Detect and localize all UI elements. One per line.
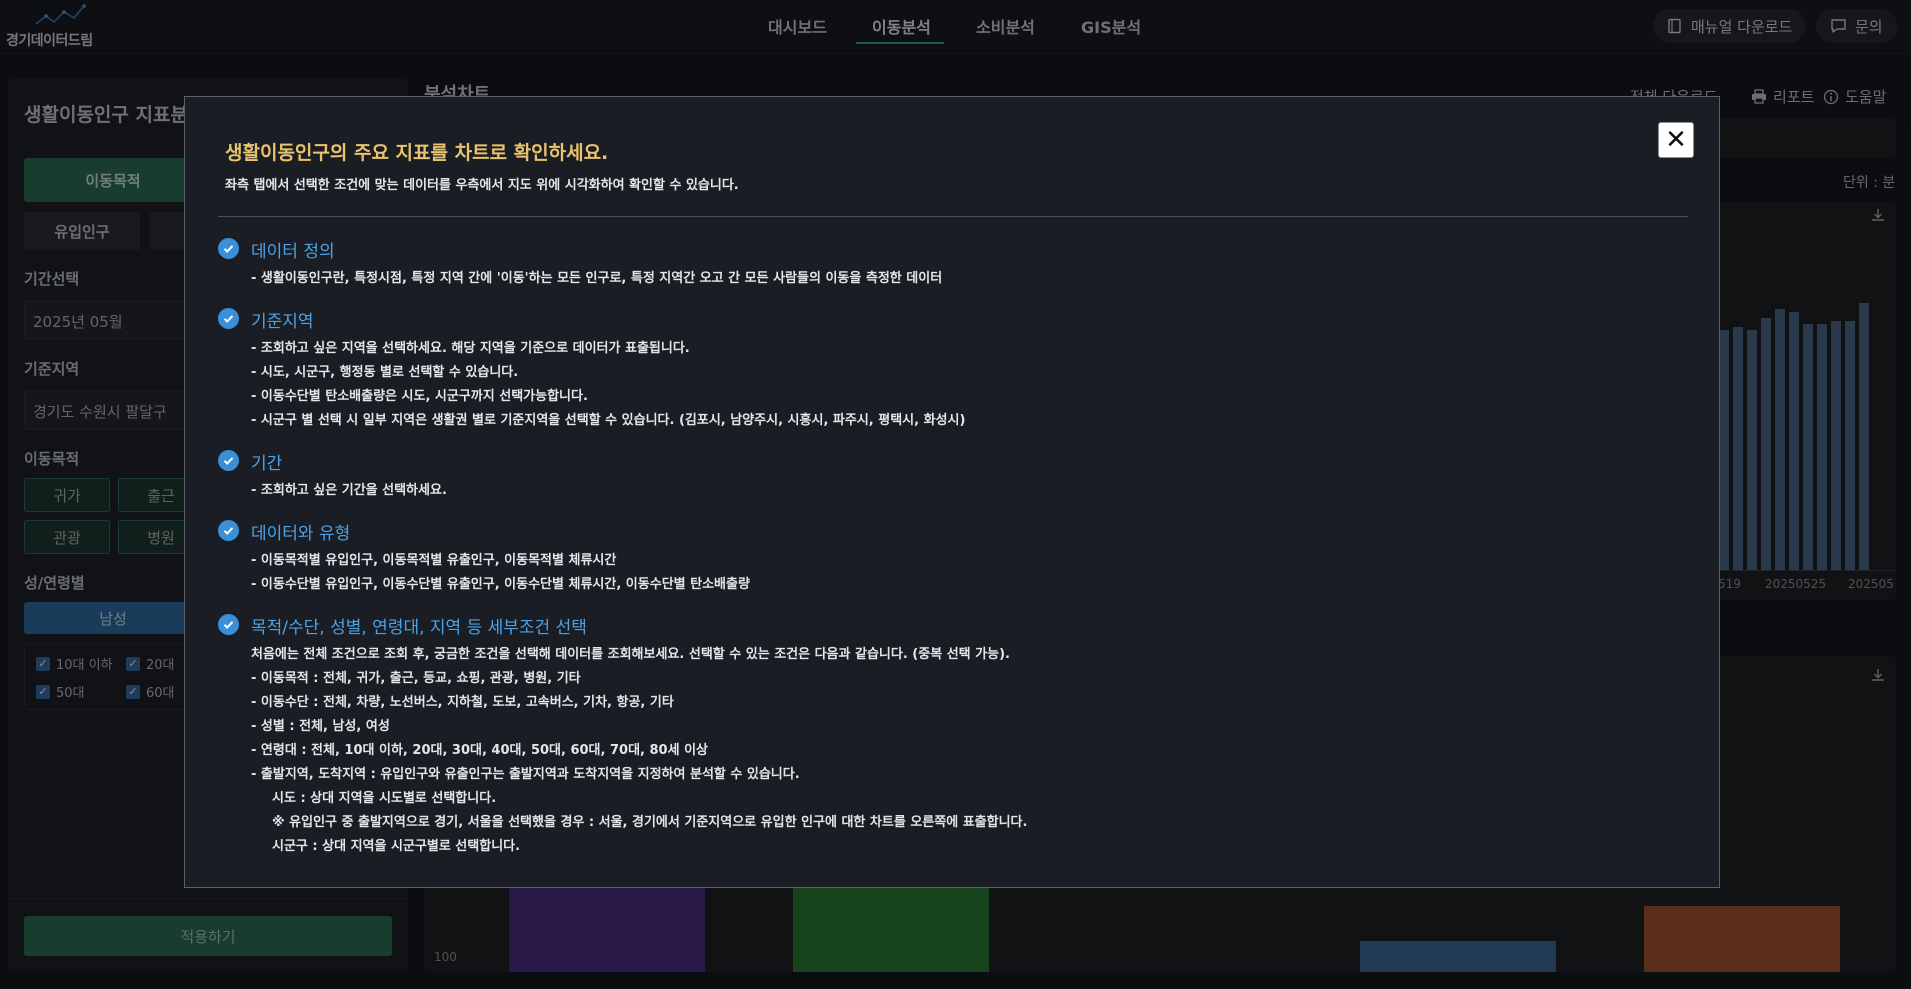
checkmark-circle-icon — [218, 308, 239, 329]
modal-section-line: - 이동수단별 유입인구, 이동수단별 유출인구, 이동수단별 체류시간, 이동… — [251, 577, 750, 592]
modal-section-line: 시도 : 상대 지역을 시도별로 선택합니다. — [272, 791, 497, 806]
modal-section-line: - 조회하고 싶은 지역을 선택하세요. 해당 지역을 기준으로 데이터가 표출… — [251, 341, 690, 356]
modal-section-line: - 이동목적별 유입인구, 이동목적별 유출인구, 이동목적별 체류시간 — [251, 553, 617, 568]
checkmark-circle-icon — [218, 520, 239, 541]
modal-divider — [218, 216, 1688, 217]
modal-heading: 생활이동인구의 주요 지표를 차트로 확인하세요. — [225, 142, 609, 164]
modal-section-line: - 시군구 별 선택 시 일부 지역은 생활권 별로 기준지역을 선택할 수 있… — [251, 413, 966, 428]
modal-section-line: - 생활이동인구란, 특정시점, 특정 지역 간에 '이동'하는 모든 인구로,… — [251, 271, 943, 286]
modal-section-line: - 이동수단 : 전체, 차량, 노선버스, 지하철, 도보, 고속버스, 기차… — [251, 695, 674, 710]
checkmark-circle-icon — [218, 450, 239, 471]
modal-section-line: - 이동수단별 탄소배출량은 시도, 시군구까지 선택가능합니다. — [251, 389, 588, 404]
modal-section-line: ※ 유입인구 중 출발지역으로 경기, 서울을 선택했을 경우 : 서울, 경기… — [272, 815, 1028, 830]
modal-section-line: - 연령대 : 전체, 10대 이하, 20대, 30대, 40대, 50대, … — [251, 743, 708, 758]
modal-section-title: 목적/수단, 성별, 연령대, 지역 등 세부조건 선택 — [251, 618, 587, 638]
checkmark-circle-icon — [218, 614, 239, 635]
modal-section-line: 시군구 : 상대 지역을 시군구별로 선택합니다. — [272, 839, 521, 854]
close-button[interactable]: ✕ — [1658, 122, 1694, 158]
modal-section-line: - 조회하고 싶은 기간을 선택하세요. — [251, 483, 447, 498]
modal-section-line: - 이동목적 : 전체, 귀가, 출근, 등교, 쇼핑, 관광, 병원, 기타 — [251, 671, 581, 686]
modal-section-line: - 출발지역, 도착지역 : 유입인구와 유출인구는 출발지역과 도착지역을 지… — [251, 767, 800, 782]
checkmark-circle-icon — [218, 238, 239, 259]
modal-section-title: 데이터 정의 — [251, 242, 335, 262]
modal-section-title: 기간 — [251, 454, 283, 474]
modal-section-title: 데이터와 유형 — [251, 524, 351, 544]
modal-section-line: - 시도, 시군구, 행정동 별로 선택할 수 있습니다. — [251, 365, 519, 380]
modal-section-title: 기준지역 — [251, 312, 314, 332]
modal-subheading: 좌측 탭에서 선택한 조건에 맞는 데이터를 우측에서 지도 위에 시각화하여 … — [225, 178, 739, 193]
modal-section-line: - 성별 : 전체, 남성, 여성 — [251, 719, 390, 734]
modal-section-line: 처음에는 전체 조건으로 조회 후, 궁금한 조건을 선택해 데이터를 조회해보… — [251, 647, 1010, 662]
